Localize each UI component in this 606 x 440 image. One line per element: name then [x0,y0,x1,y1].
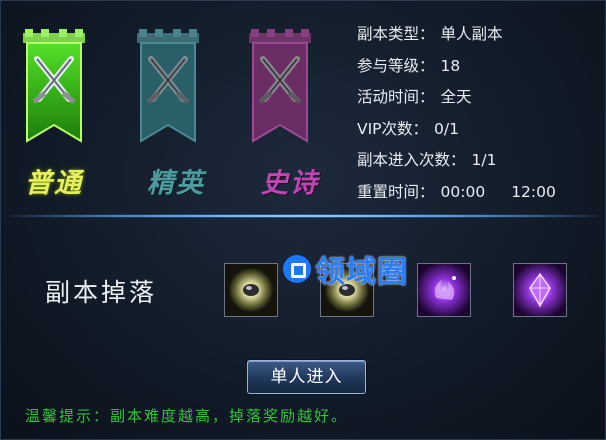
reset-time-a: 00:00 [440,182,486,201]
banner-epic[interactable] [249,29,311,147]
entries-value: 1/1 [471,151,497,169]
gold-stone-icon [225,264,277,316]
drops-title: 副本掉落 [45,278,158,307]
info-entries: 副本进入次数： 1/1 [357,149,597,181]
tip-text: 温馨提示：副本难度越高，掉落奖励越好。 [25,407,349,425]
banner-elite[interactable] [137,29,199,147]
info-time: 活动时间： 全天 [357,86,597,118]
watermark-text: 领域圈 [315,255,408,290]
level-value: 18 [440,56,461,75]
vip-label: VIP次数： [357,119,429,138]
type-label: 副本类型： [357,25,435,43]
vip-value: 0/1 [434,119,459,138]
solo-enter-button[interactable]: 单人进入 [247,360,366,394]
level-label: 参与等级： [357,56,435,75]
watermark: 领域圈 [283,249,408,290]
time-label: 活动时间： [357,88,435,106]
crossed-swords-icon [137,29,199,143]
crossed-swords-icon [249,29,311,143]
mode-normal-label[interactable]: 普通 [9,161,99,200]
reset-time-b: 12:00 [511,182,556,201]
watermark-logo-icon [283,255,311,283]
time-value: 全天 [440,88,472,106]
type-value: 单人副本 [440,25,503,43]
crossed-swords-icon [23,29,85,143]
info-type: 副本类型： 单人副本 [357,23,597,55]
drop-slot-4[interactable] [513,263,567,317]
info-reset: 重置时间： 00:00 12:00 [357,181,597,213]
purple-gem-icon [514,264,566,316]
info-vip: VIP次数： 0/1 [357,118,597,150]
mode-elite-label[interactable]: 精英 [131,161,221,200]
divider-line [1,215,606,217]
entries-label: 副本进入次数： [357,151,466,169]
mode-epic-label[interactable]: 史诗 [245,161,335,200]
purple-gem-icon [418,264,470,316]
drop-slot-1[interactable] [224,263,278,317]
drop-slot-3[interactable] [417,263,471,317]
mode-section: 普通 精英 史诗 副本类型： 单人副本 参与等级： 18 活动时间： 全天 VI… [1,1,606,209]
reset-label: 重置时间： [357,182,435,201]
banner-normal[interactable] [23,29,85,147]
dungeon-info: 副本类型： 单人副本 参与等级： 18 活动时间： 全天 VIP次数： 0/1 副本进入… [357,23,597,212]
info-level: 参与等级： 18 [357,55,597,87]
dungeon-panel: 普通 精英 史诗 副本类型： 单人副本 参与等级： 18 活动时间： 全天 VI… [0,0,606,440]
